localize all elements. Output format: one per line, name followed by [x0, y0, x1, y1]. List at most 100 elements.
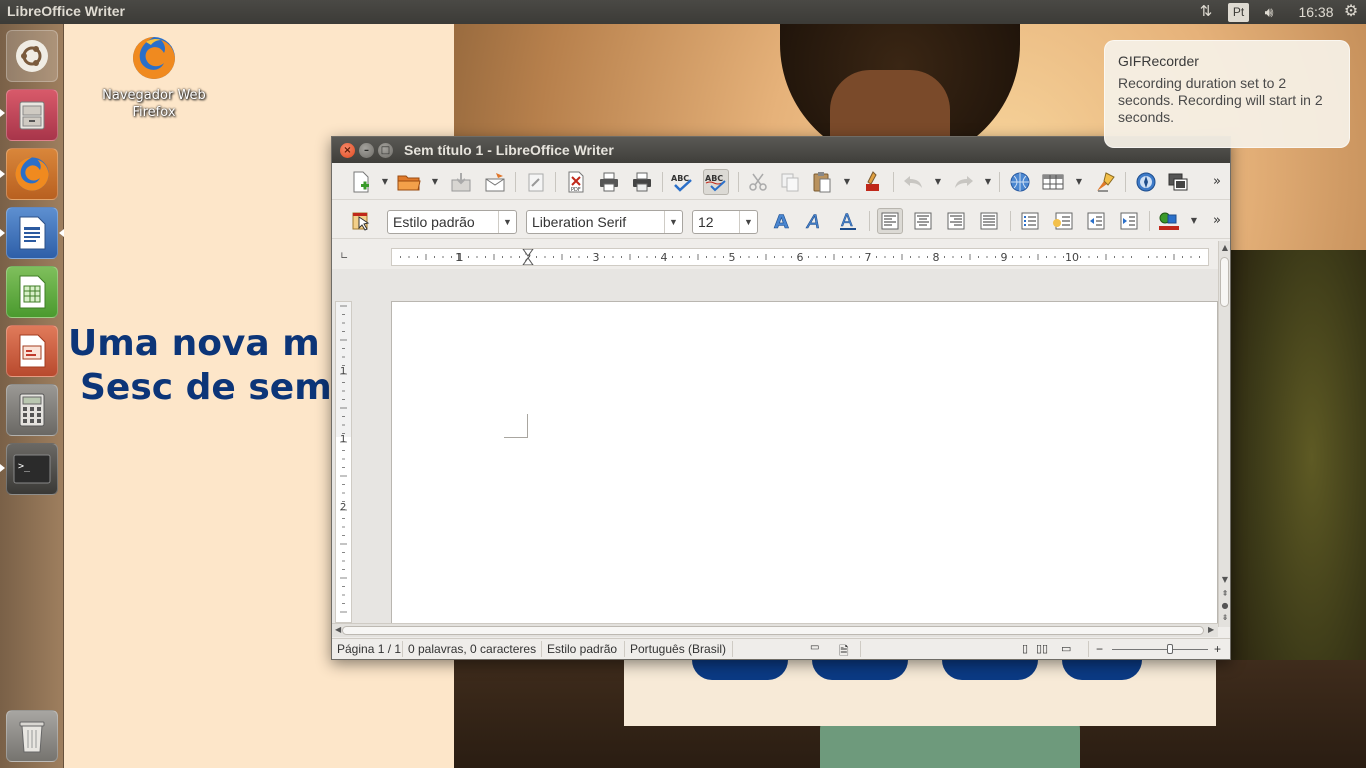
zoom-slider[interactable] — [1112, 649, 1208, 650]
save-button[interactable] — [448, 169, 474, 195]
keyboard-layout-indicator[interactable]: Pt — [1228, 3, 1249, 22]
new-document-dropdown[interactable]: ▼ — [381, 176, 389, 188]
auto-spellcheck-toggle[interactable]: ABC — [703, 169, 729, 195]
launcher-calculator[interactable] — [6, 384, 58, 436]
cut-button[interactable] — [745, 169, 771, 195]
launcher-firefox[interactable] — [6, 148, 58, 200]
vertical-scrollbar[interactable]: ▲ ▼ ⇞ ● ⇟ — [1218, 241, 1230, 627]
horizontal-ruler[interactable]: 112345678910 — [391, 248, 1209, 266]
minimize-window-button[interactable]: – — [359, 143, 374, 158]
open-button[interactable] — [396, 169, 422, 195]
open-dropdown[interactable]: ▼ — [431, 176, 439, 188]
align-right-button[interactable] — [943, 208, 969, 234]
chevron-down-icon[interactable]: ▼ — [664, 211, 682, 233]
network-icon[interactable]: ⇅ — [1196, 2, 1216, 22]
navigation-icon[interactable]: ● — [1220, 601, 1230, 610]
next-page-icon[interactable]: ⇟ — [1220, 613, 1230, 622]
tab-stop-selector[interactable]: ∟ — [340, 251, 348, 262]
session-gear-icon[interactable]: ⚙ — [1339, 2, 1363, 22]
window-titlebar[interactable]: × – □ Sem título 1 - LibreOffice Writer — [332, 137, 1230, 163]
scroll-right-icon[interactable]: ▶ — [1208, 625, 1214, 634]
horizontal-scrollbar[interactable]: ◀ ▶ — [332, 623, 1218, 637]
vertical-scroll-thumb[interactable] — [1220, 257, 1229, 307]
status-page-style[interactable]: Estilo padrão — [547, 642, 617, 656]
status-word-count[interactable]: 0 palavras, 0 caracteres — [408, 642, 536, 656]
edit-mode-button[interactable] — [523, 169, 549, 195]
copy-button[interactable] — [777, 169, 803, 195]
launcher-terminal[interactable]: >_ — [6, 443, 58, 495]
launcher-dash-home[interactable] — [6, 30, 58, 82]
wallpaper-text: Uma nova m Sesc de sem — [68, 322, 332, 410]
align-left-button[interactable] — [877, 208, 903, 234]
new-document-button[interactable] — [348, 169, 374, 195]
undo-dropdown[interactable]: ▼ — [934, 176, 942, 188]
print-button[interactable] — [596, 169, 622, 195]
insert-table-dropdown[interactable]: ▼ — [1075, 176, 1083, 188]
book-view-icon[interactable]: ▭ — [1061, 642, 1071, 655]
launcher-files[interactable] — [6, 89, 58, 141]
font-color-dropdown[interactable]: ▼ — [1190, 215, 1198, 227]
toolbar-overflow-icon[interactable]: » — [1213, 174, 1221, 189]
decrease-indent-button[interactable] — [1083, 208, 1109, 234]
ruler-number: 1 — [457, 251, 464, 264]
print-preview-button[interactable] — [629, 169, 655, 195]
underline-button[interactable]: A — [835, 208, 861, 234]
clone-formatting-button[interactable] — [860, 169, 886, 195]
zoom-out-icon[interactable]: − — [1096, 642, 1103, 656]
bullets-button[interactable] — [1050, 208, 1076, 234]
vertical-ruler[interactable]: 1 1 2 — [335, 301, 352, 623]
horizontal-scroll-thumb[interactable] — [342, 626, 1204, 635]
multi-page-view-icon[interactable]: ▯▯ — [1036, 642, 1048, 655]
toolbar-overflow-icon[interactable]: » — [1213, 213, 1221, 228]
launcher-running-indicator — [0, 109, 5, 117]
font-color-button[interactable] — [1156, 208, 1182, 234]
volume-icon[interactable]: 🔊︎ — [1258, 2, 1280, 22]
document-signature-icon[interactable]: 🗎︎ — [839, 642, 849, 663]
scroll-down-icon[interactable]: ▼ — [1220, 575, 1230, 584]
increase-indent-button[interactable] — [1116, 208, 1142, 234]
navigator-button[interactable] — [1133, 169, 1159, 195]
close-window-button[interactable]: × — [340, 143, 355, 158]
chevron-down-icon[interactable]: ▼ — [739, 211, 757, 233]
styles-formatting-button[interactable] — [348, 208, 374, 234]
single-page-view-icon[interactable]: ▯ — [1022, 642, 1028, 655]
justify-button[interactable] — [976, 208, 1002, 234]
desktop-firefox-label-line2: Firefox — [132, 105, 176, 120]
scroll-up-icon[interactable]: ▲ — [1220, 243, 1230, 252]
align-center-button[interactable] — [910, 208, 936, 234]
desktop-firefox-shortcut[interactable]: Navegador Web Firefox — [96, 34, 212, 121]
status-language[interactable]: Português (Brasil) — [630, 642, 726, 656]
email-document-button[interactable] — [482, 169, 508, 195]
font-name-combo[interactable]: Liberation Serif ▼ — [526, 210, 683, 234]
insert-mode-icon[interactable]: ▭ — [810, 642, 819, 653]
launcher-libreoffice-impress[interactable] — [6, 325, 58, 377]
launcher-trash[interactable] — [6, 710, 58, 762]
clock[interactable]: 16:38 — [1290, 2, 1342, 22]
launcher-libreoffice-writer[interactable] — [6, 207, 58, 259]
spelling-button[interactable]: ABC — [669, 169, 695, 195]
scroll-left-icon[interactable]: ◀ — [335, 625, 341, 634]
font-size-combo[interactable]: 12 ▼ — [692, 210, 758, 234]
launcher-libreoffice-calc[interactable] — [6, 266, 58, 318]
bold-button[interactable]: A — [769, 208, 795, 234]
maximize-window-button[interactable]: □ — [378, 143, 393, 158]
paste-dropdown[interactable]: ▼ — [843, 176, 851, 188]
redo-button[interactable] — [951, 169, 977, 195]
hyperlink-button[interactable] — [1007, 169, 1033, 195]
redo-dropdown[interactable]: ▼ — [984, 176, 992, 188]
zoom-slider-knob[interactable] — [1166, 644, 1173, 654]
chevron-down-icon[interactable]: ▼ — [498, 211, 516, 233]
insert-table-button[interactable] — [1040, 169, 1066, 195]
previous-page-icon[interactable]: ⇞ — [1220, 589, 1230, 598]
paste-button[interactable] — [809, 169, 835, 195]
paragraph-style-combo[interactable]: Estilo padrão ▼ — [387, 210, 517, 234]
numbering-button[interactable] — [1017, 208, 1043, 234]
show-draw-functions-button[interactable] — [1092, 169, 1118, 195]
status-page[interactable]: Página 1 / 1 — [337, 642, 401, 656]
italic-button[interactable]: A — [802, 208, 828, 234]
document-page[interactable] — [391, 301, 1218, 623]
undo-button[interactable] — [900, 169, 926, 195]
export-pdf-button[interactable]: PDF — [563, 169, 589, 195]
zoom-in-icon[interactable]: + — [1214, 642, 1221, 656]
gallery-button[interactable] — [1165, 169, 1191, 195]
